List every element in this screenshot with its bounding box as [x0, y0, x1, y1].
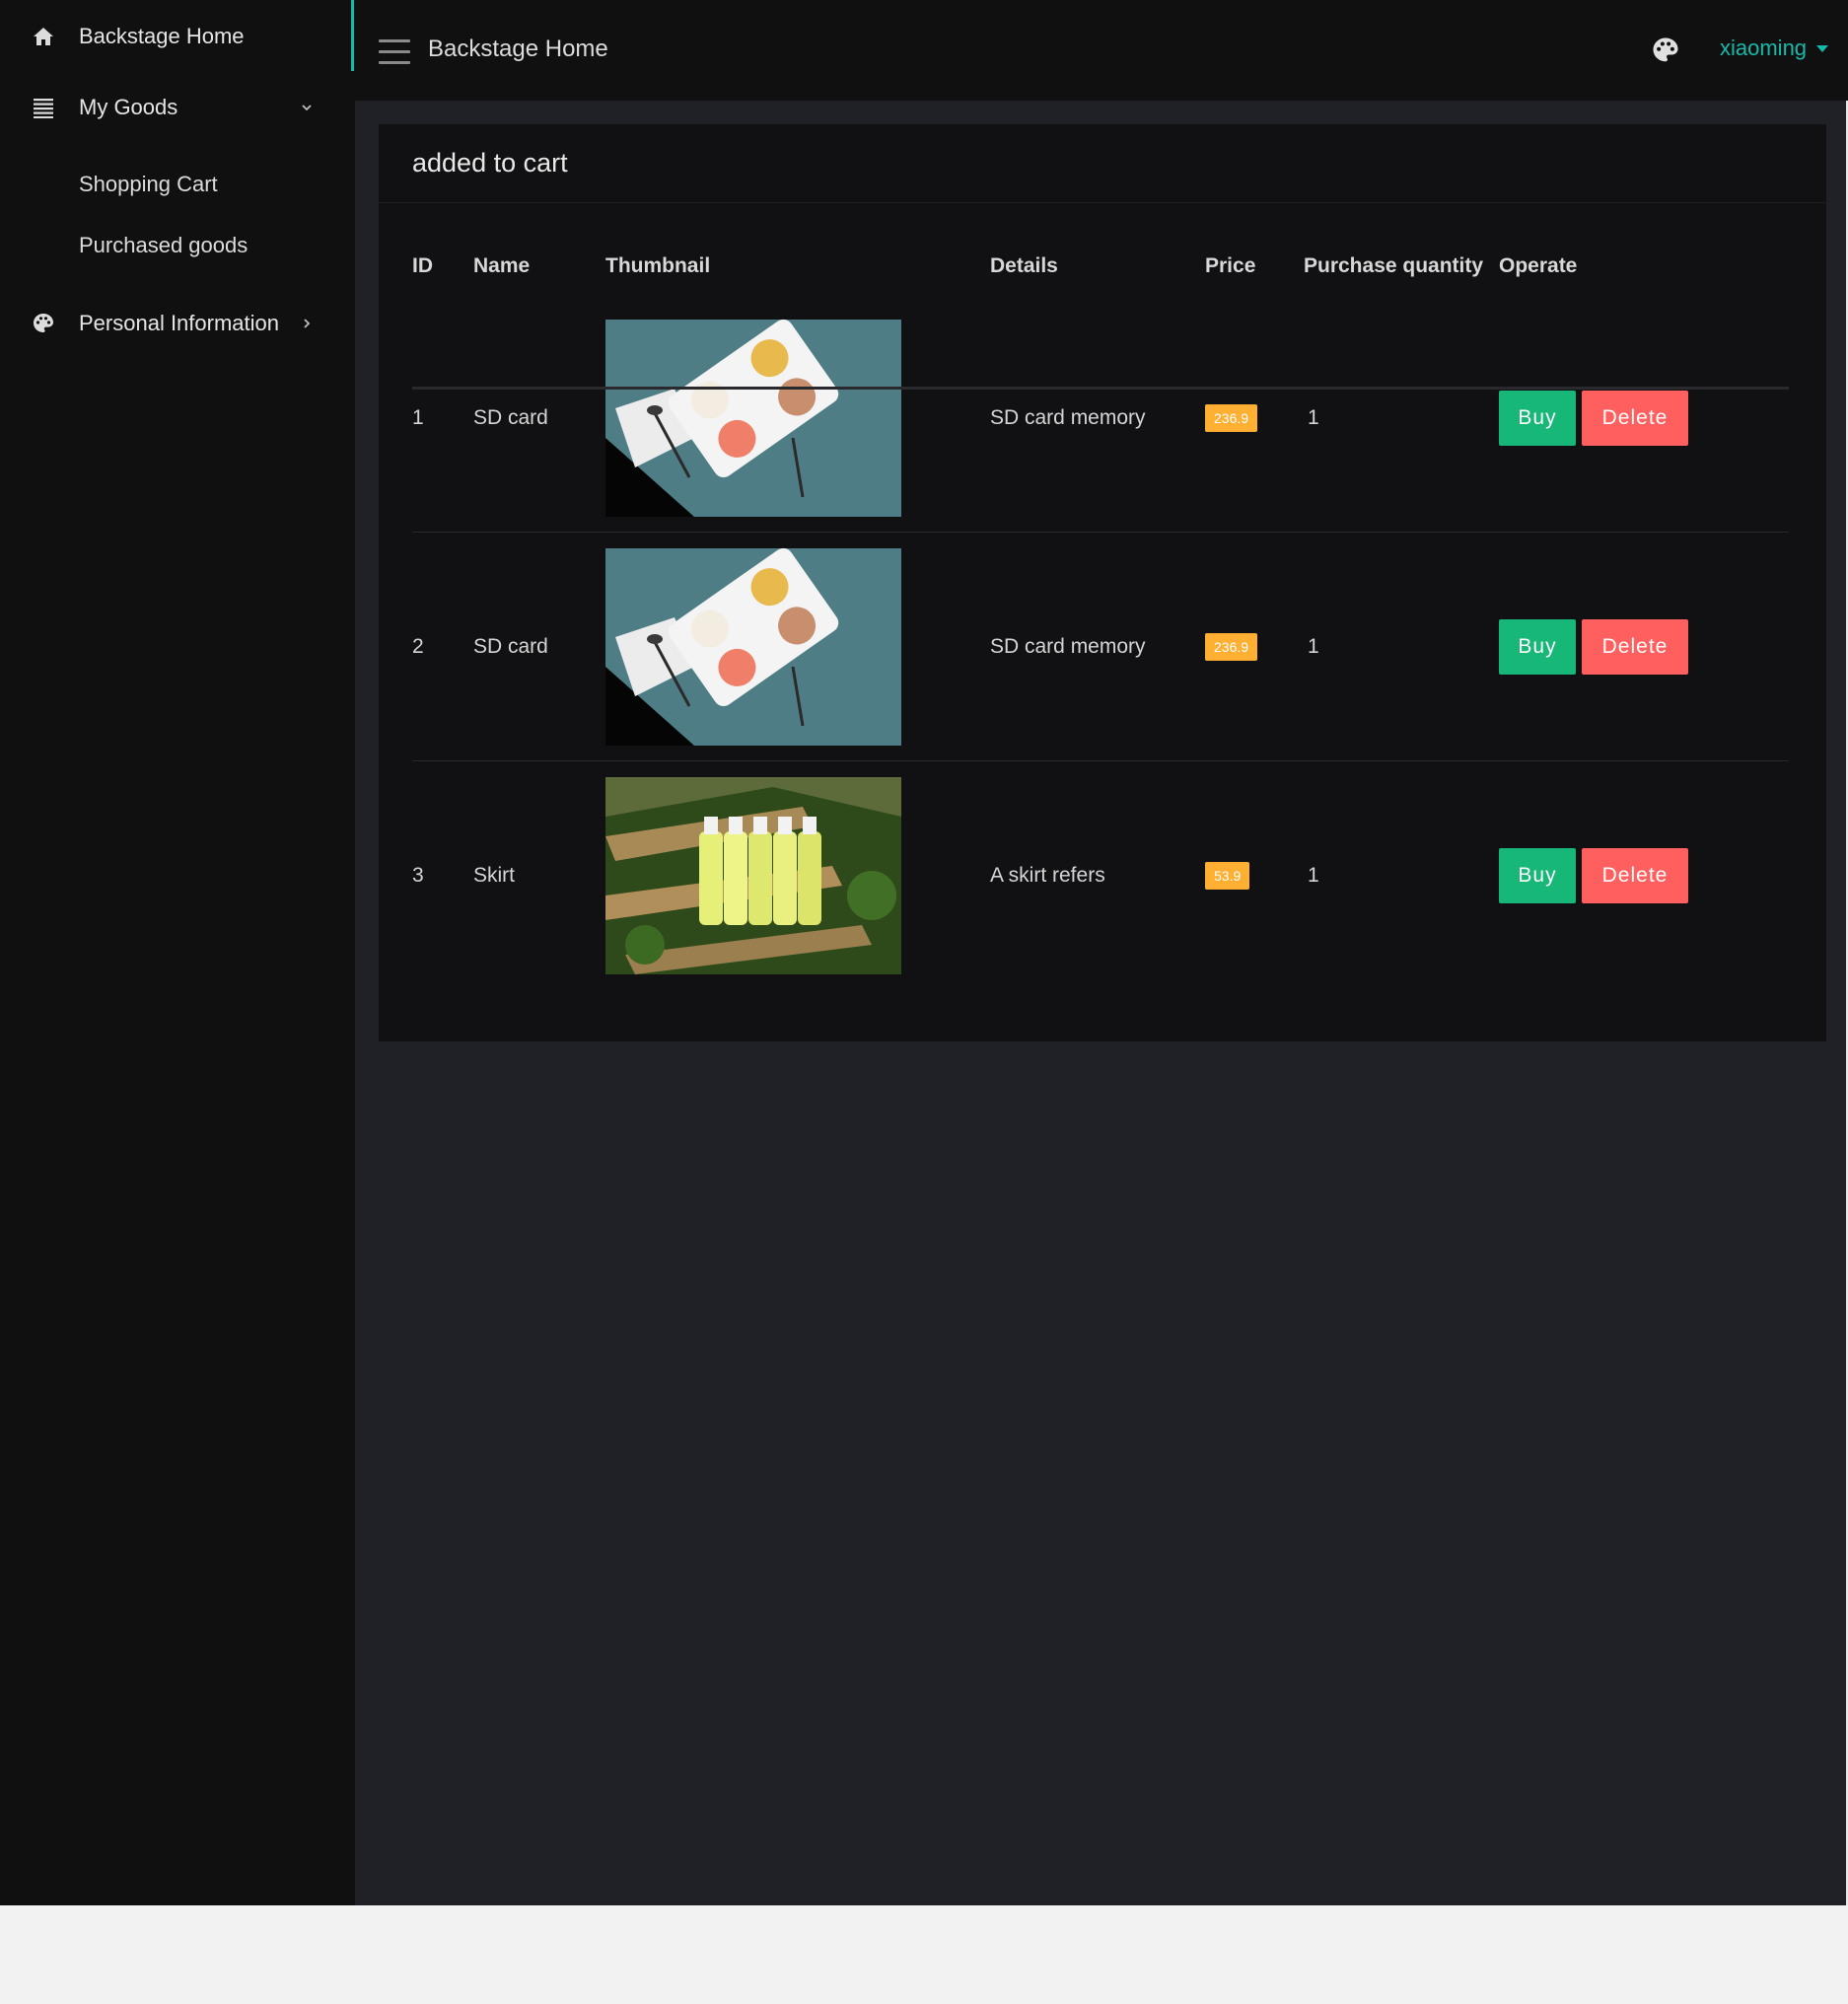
- sidebar-item-label: Shopping Cart: [79, 172, 218, 196]
- sidebar-item-purchased-goods[interactable]: Purchased goods: [0, 216, 351, 275]
- table-row: 2 SD card SD card memory 236.9 1 Buy Del…: [412, 533, 1789, 761]
- menu-toggle-icon[interactable]: [379, 39, 410, 64]
- price-badge: 236.9: [1205, 633, 1258, 661]
- cell-id: 3: [412, 864, 424, 887]
- table-row: 3 Skirt A skirt refers 53.9 1 Buy Delete: [412, 761, 1789, 990]
- cell-details: A skirt refers: [990, 864, 1105, 887]
- theme-palette-icon[interactable]: [1651, 36, 1680, 65]
- sidebar-item-shopping-cart[interactable]: Shopping Cart: [0, 155, 351, 214]
- column-header-price: Price: [1205, 254, 1256, 277]
- thumbnail-image: [605, 548, 901, 746]
- sidebar-item-label: My Goods: [79, 95, 178, 119]
- price-badge: 53.9: [1205, 862, 1250, 890]
- column-header-name: Name: [473, 254, 531, 277]
- sidebar-item-label: Backstage Home: [79, 24, 245, 48]
- chevron-down-icon: [302, 105, 312, 111]
- user-menu[interactable]: xiaoming: [1720, 36, 1829, 61]
- delete-button[interactable]: Delete: [1582, 391, 1688, 446]
- list-icon: [34, 99, 53, 118]
- cell-id: 2: [412, 635, 424, 658]
- column-header-details: Details: [990, 254, 1058, 277]
- thumbnail-image: [605, 320, 901, 517]
- column-header-thumbnail: Thumbnail: [605, 254, 711, 277]
- sidebar-item-label: Personal Information: [79, 311, 279, 335]
- palette-icon: [34, 314, 53, 332]
- cell-quantity: 1: [1308, 406, 1319, 429]
- cell-quantity: 1: [1308, 864, 1319, 887]
- caret-down-icon: [1816, 44, 1829, 52]
- sidebar-item-backstage-home[interactable]: Backstage Home: [0, 1, 351, 72]
- delete-button[interactable]: Delete: [1582, 619, 1688, 675]
- column-header-quantity: Purchase quantity: [1304, 254, 1484, 277]
- sidebar-active-indicator: [351, 0, 354, 71]
- chevron-right-icon: [304, 319, 311, 328]
- cell-name: SD card: [473, 635, 548, 658]
- app-root: Backstage Home My Goods Shopping Cart Pu…: [0, 0, 1848, 2004]
- cell-details: SD card memory: [990, 406, 1146, 429]
- column-header-id: ID: [412, 254, 433, 277]
- cell-name: SD card: [473, 406, 548, 429]
- username: xiaoming: [1720, 36, 1808, 60]
- sidebar-item-my-goods[interactable]: My Goods: [0, 72, 351, 143]
- buy-button[interactable]: Buy: [1499, 391, 1576, 446]
- thumbnail-image: [605, 777, 901, 974]
- page-title: Backstage Home: [428, 36, 608, 62]
- cell-id: 1: [412, 406, 424, 429]
- sidebar-item-label: Purchased goods: [79, 233, 249, 257]
- buy-button[interactable]: Buy: [1499, 848, 1576, 903]
- home-icon: [34, 28, 53, 45]
- card-title: added to cart: [412, 148, 568, 178]
- top-header: Backstage Home xiaoming: [355, 0, 1848, 101]
- buy-button[interactable]: Buy: [1499, 619, 1576, 675]
- table-header-divider: [412, 387, 1789, 390]
- page-bottom: [0, 1905, 1848, 2004]
- cell-quantity: 1: [1308, 635, 1319, 658]
- sidebar-item-personal-information[interactable]: Personal Information: [0, 288, 351, 359]
- cart-card: added to cart ID Name Thumbnail Details …: [379, 124, 1826, 1041]
- sidebar: Backstage Home My Goods Shopping Cart Pu…: [0, 0, 355, 1905]
- table-row: 1 SD card SD card memory 236.9 1 Buy Del…: [412, 304, 1789, 533]
- cell-details: SD card memory: [990, 635, 1146, 658]
- cell-name: Skirt: [473, 864, 515, 887]
- card-header: added to cart: [379, 124, 1826, 203]
- delete-button[interactable]: Delete: [1582, 848, 1688, 903]
- column-header-operate: Operate: [1499, 254, 1578, 277]
- price-badge: 236.9: [1205, 404, 1258, 432]
